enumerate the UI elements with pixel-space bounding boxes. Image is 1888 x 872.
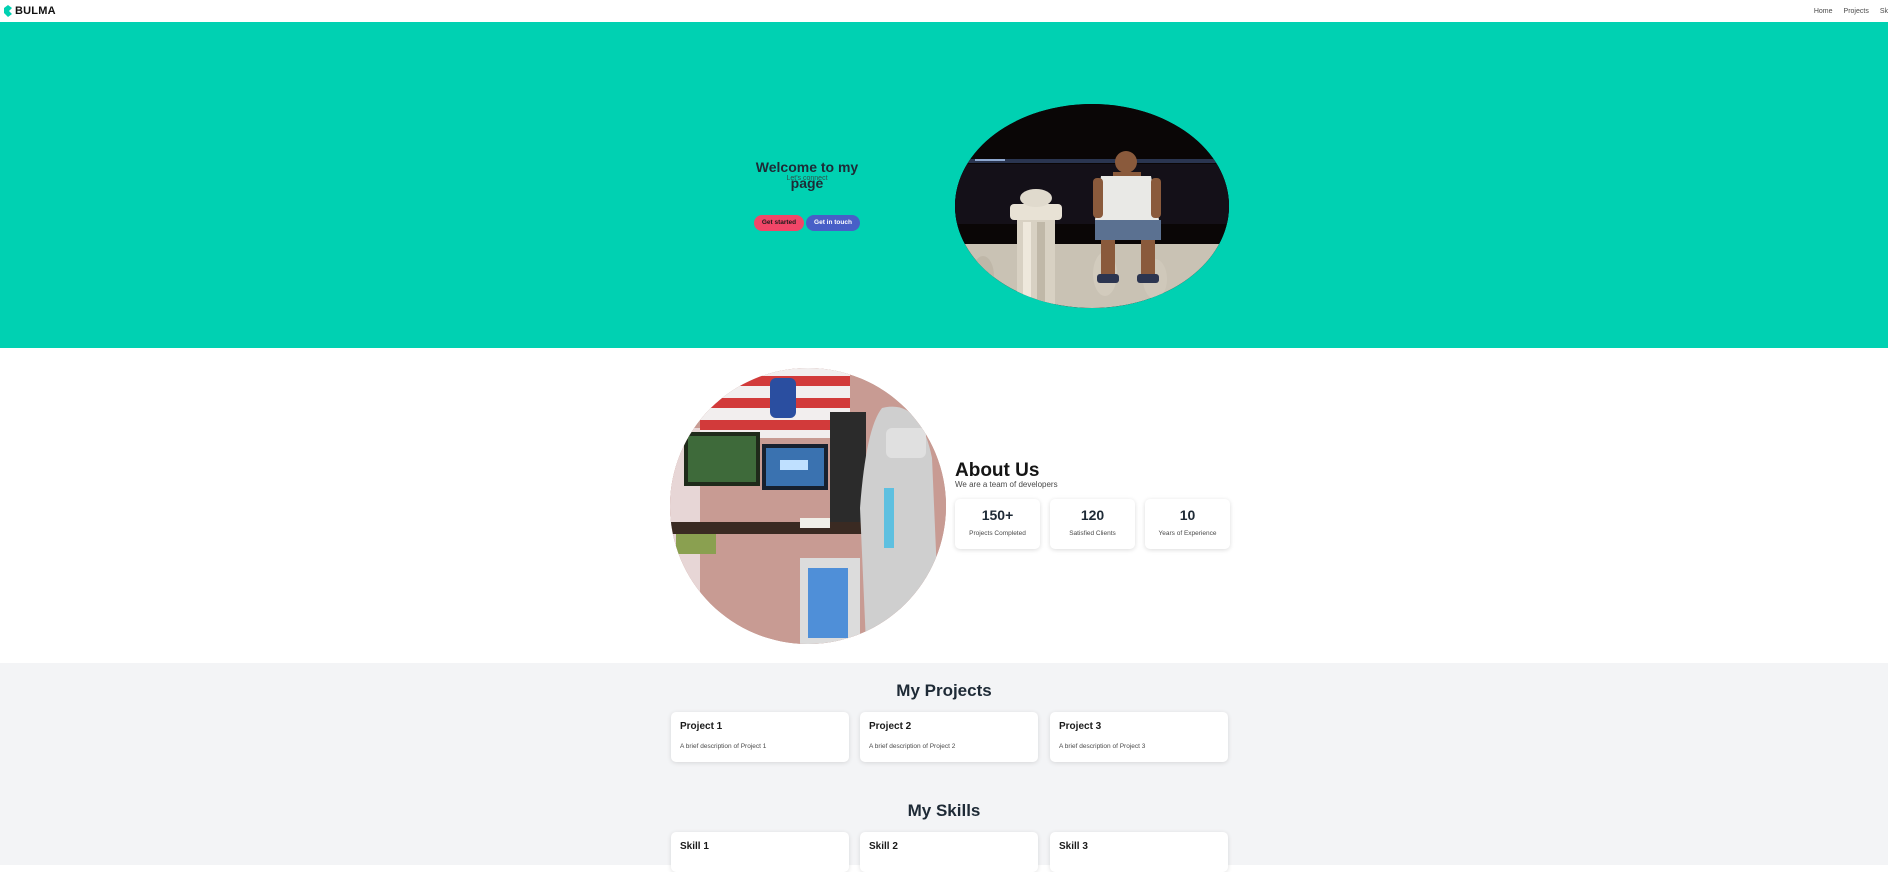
project-card-2[interactable]: Project 2 A brief description of Project… bbox=[860, 712, 1038, 762]
stat-label: Years of Experience bbox=[1158, 530, 1217, 537]
skill-card-1[interactable]: Skill 1 bbox=[671, 832, 849, 872]
navbar-menu: Home Projects Sk bbox=[1803, 0, 1888, 22]
skill-title: Skill 1 bbox=[680, 841, 709, 852]
about-subtitle: We are a team of developers bbox=[955, 480, 1058, 489]
brand-name: BULMA bbox=[15, 5, 56, 17]
workspace-photo bbox=[670, 368, 946, 644]
about-section: About Us We are a team of developers 150… bbox=[0, 348, 1888, 663]
stat-card-clients: 120 Satisfied Clients bbox=[1050, 499, 1135, 549]
stat-label: Projects Completed bbox=[969, 530, 1026, 537]
project-description: A brief description of Project 2 bbox=[869, 743, 956, 750]
get-in-touch-button[interactable]: Get in touch bbox=[806, 215, 860, 231]
workspace-photo-image bbox=[670, 368, 946, 644]
about-title: About Us bbox=[955, 460, 1040, 481]
project-title: Project 2 bbox=[869, 721, 912, 732]
get-started-button[interactable]: Get started bbox=[754, 215, 804, 231]
project-card-3[interactable]: Project 3 A brief description of Project… bbox=[1050, 712, 1228, 762]
skill-card-3[interactable]: Skill 3 bbox=[1050, 832, 1228, 872]
stat-card-experience: 10 Years of Experience bbox=[1145, 499, 1230, 549]
profile-photo bbox=[955, 104, 1229, 308]
hero-subtitle: Let's connect bbox=[786, 175, 828, 182]
project-title: Project 3 bbox=[1059, 721, 1102, 732]
profile-photo-image bbox=[955, 104, 1229, 308]
skill-card-2[interactable]: Skill 2 bbox=[860, 832, 1038, 872]
navbar-brand[interactable]: BULMA bbox=[4, 0, 56, 22]
stat-value: 150+ bbox=[981, 507, 1014, 523]
stat-value: 120 bbox=[1080, 507, 1105, 523]
bulma-logo-icon bbox=[4, 5, 12, 17]
project-card-1[interactable]: Project 1 A brief description of Project… bbox=[671, 712, 849, 762]
hero-section: Welcome to my page Let's connect Get sta… bbox=[0, 22, 1888, 348]
stat-card-projects: 150+ Projects Completed bbox=[955, 499, 1040, 549]
stat-label: Satisfied Clients bbox=[1069, 530, 1116, 537]
skills-title: My Skills bbox=[907, 801, 981, 820]
project-title: Project 1 bbox=[680, 721, 723, 732]
stat-value: 10 bbox=[1179, 507, 1196, 523]
nav-link-projects[interactable]: Projects bbox=[1844, 8, 1869, 15]
skill-title: Skill 2 bbox=[869, 841, 898, 852]
projects-title: My Projects bbox=[896, 681, 992, 700]
navbar: BULMA Home Projects Sk bbox=[0, 0, 1888, 22]
skill-title: Skill 3 bbox=[1059, 841, 1088, 852]
projects-section: My Projects Project 1 A brief descriptio… bbox=[0, 663, 1888, 872]
nav-link-skills[interactable]: Sk bbox=[1880, 8, 1888, 15]
project-description: A brief description of Project 1 bbox=[680, 743, 767, 750]
nav-link-home[interactable]: Home bbox=[1814, 8, 1833, 15]
project-description: A brief description of Project 3 bbox=[1059, 743, 1146, 750]
